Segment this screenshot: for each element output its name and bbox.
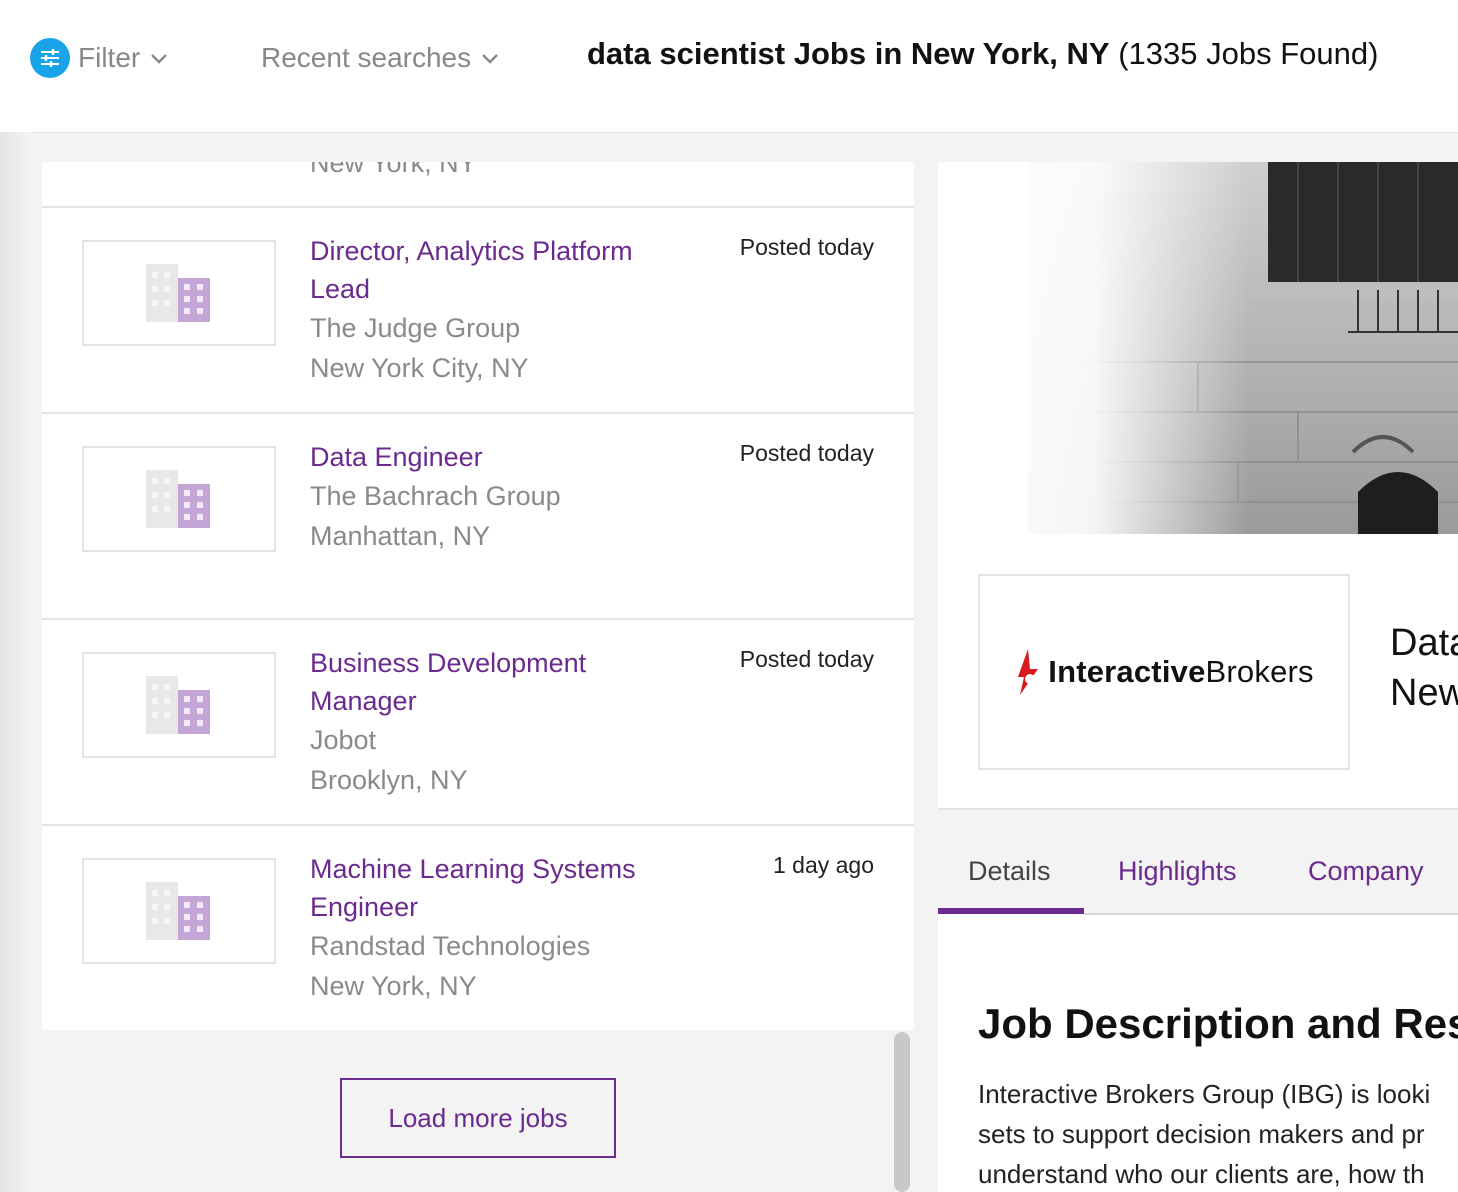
company-logo-placeholder [82, 446, 276, 552]
job-company: The Judge Group [310, 313, 521, 343]
job-description-heading: Job Description and Res [978, 1000, 1458, 1047]
job-title-link[interactable]: Business Development Manager [310, 644, 680, 720]
job-list-scrollbar[interactable] [894, 1032, 910, 1192]
job-posted-date: 1 day ago [772, 852, 874, 878]
filter-label: Filter [78, 42, 141, 73]
load-more-jobs-button[interactable]: Load more jobs [340, 1078, 616, 1158]
job-detail-location-line: New [1390, 672, 1458, 714]
top-bar: Filter Recent searches data scientist Jo… [0, 0, 1458, 132]
building-icon [146, 470, 210, 528]
company-logo-placeholder [82, 858, 276, 964]
company-logo-placeholder [82, 652, 276, 758]
job-card[interactable]: Data Engineer The Bachrach Group Manhatt… [42, 414, 914, 620]
job-card[interactable]: Machine Learning Systems Engineer Randst… [42, 826, 914, 1030]
building-icon [146, 676, 210, 734]
active-tab-indicator [938, 908, 1084, 914]
job-company: Randstad Technologies [310, 931, 591, 961]
filter-button[interactable]: Filter [30, 38, 170, 78]
filter-sliders-icon [30, 38, 70, 78]
company-logo-wordmark: InteractiveBrokers [1048, 654, 1314, 689]
job-title-link[interactable]: Data Engineer [310, 438, 680, 476]
job-card[interactable]: Business Development Manager Jobot Brook… [42, 620, 914, 826]
job-location: New York, NY [310, 162, 477, 178]
job-posted-date: Posted today [739, 646, 874, 672]
job-detail-title: Data New [1390, 618, 1458, 718]
job-description-body: Interactive Brokers Group (IBG) is looki… [978, 1074, 1458, 1192]
description-line: understand who our clients are, how th [978, 1159, 1425, 1189]
description-line: Interactive Brokers Group (IBG) is looki [978, 1079, 1431, 1109]
search-query-title: data scientist Jobs in New York, NY [587, 36, 1110, 71]
company-logo: InteractiveBrokers [978, 574, 1350, 770]
job-company: Jobot [310, 725, 377, 755]
interactive-brokers-logo-mark [1018, 649, 1039, 695]
tab-bar-border [1084, 913, 1458, 915]
building-icon [146, 264, 210, 322]
chevron-down-icon [151, 54, 168, 64]
job-posted-date: Posted today [739, 234, 874, 260]
job-company: The Bachrach Group [310, 481, 561, 511]
job-location: New York, NY [310, 971, 477, 1001]
job-detail-panel: InteractiveBrokers Data New Details High… [938, 162, 1458, 1192]
job-location: Brooklyn, NY [310, 765, 468, 795]
job-card[interactable]: Director, Analytics Platform Lead The Ju… [42, 208, 914, 414]
tab-company[interactable]: Company [1308, 856, 1424, 887]
job-location: New York City, NY [310, 353, 529, 383]
recent-searches-label: Recent searches [261, 42, 472, 73]
building-icon [146, 882, 210, 940]
company-logo-placeholder [82, 240, 276, 346]
job-detail-title-line: Data [1390, 622, 1458, 664]
tab-highlights[interactable]: Highlights [1118, 856, 1237, 887]
job-list[interactable]: New York, NY Director, Analytics Platfor… [42, 162, 914, 1030]
job-title-link[interactable]: Director, Analytics Platform Lead [310, 232, 680, 308]
company-banner-image [938, 162, 1458, 534]
recent-searches-dropdown[interactable]: Recent searches [261, 38, 501, 78]
job-card-partial[interactable]: New York, NY [42, 162, 914, 208]
chevron-down-icon [482, 54, 498, 64]
description-line: sets to support decision makers and pr [978, 1119, 1425, 1149]
left-edge-shadow [0, 132, 30, 1192]
job-location: Manhattan, NY [310, 521, 491, 551]
job-title-link[interactable]: Machine Learning Systems Engineer [310, 850, 680, 926]
results-title: data scientist Jobs in New York, NY (133… [587, 36, 1378, 72]
scrollbar-thumb[interactable] [894, 1032, 910, 1192]
job-posted-date: Posted today [739, 440, 874, 466]
results-count: (1335 Jobs Found) [1118, 36, 1379, 71]
tab-details[interactable]: Details [968, 856, 1051, 887]
